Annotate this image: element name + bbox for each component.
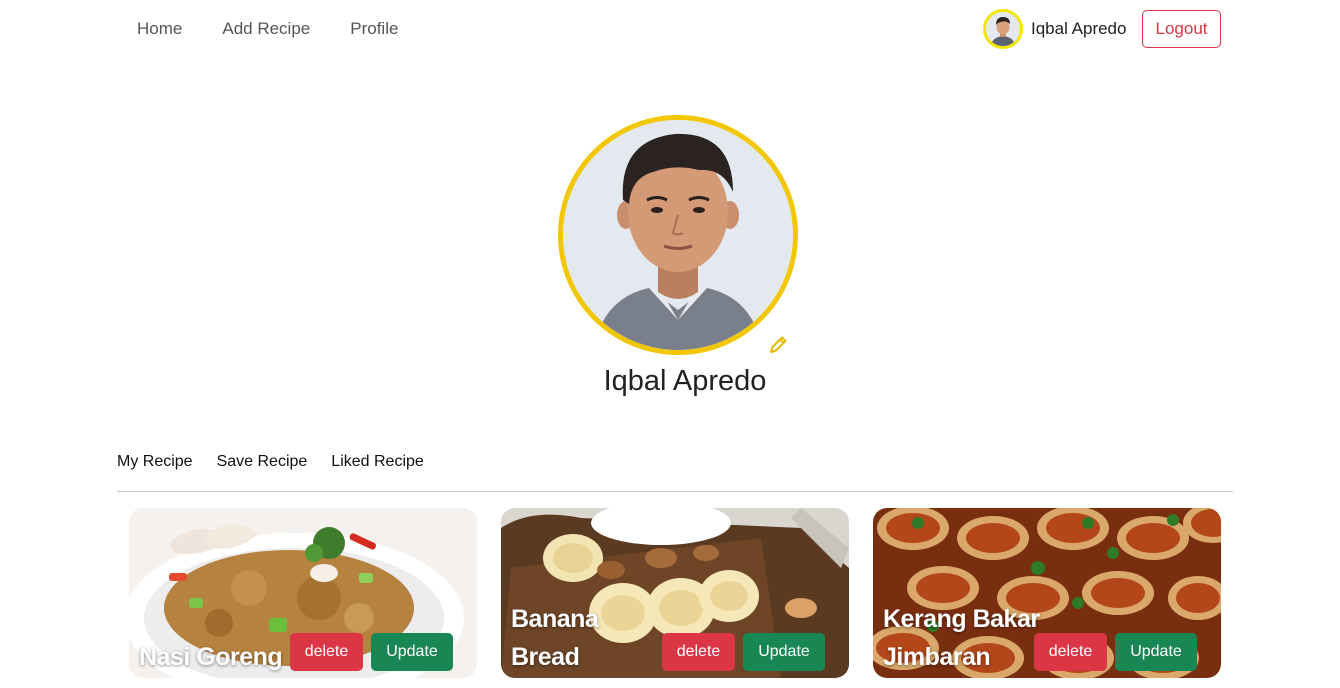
tab-liked-recipe[interactable]: Liked Recipe xyxy=(331,453,424,471)
update-button[interactable]: Update xyxy=(371,633,453,671)
nav-add-recipe-link[interactable]: Add Recipe xyxy=(222,19,310,39)
nav-home-link[interactable]: Home xyxy=(137,19,182,39)
tab-save-recipe[interactable]: Save Recipe xyxy=(217,453,308,471)
tabs-divider xyxy=(117,491,1233,492)
delete-button[interactable]: delete xyxy=(1034,633,1107,671)
pencil-icon[interactable] xyxy=(766,333,790,357)
tab-my-recipe[interactable]: My Recipe xyxy=(117,453,193,471)
navbar: Home Add Recipe Profile Iqbal Apredo Log… xyxy=(0,0,1340,58)
profile-avatar xyxy=(558,115,798,355)
recipe-card[interactable]: Banana Bread delete Update xyxy=(501,508,849,678)
delete-button[interactable]: delete xyxy=(662,633,735,671)
nav-links: Home Add Recipe Profile xyxy=(137,19,398,39)
recipe-title: Banana Bread xyxy=(511,605,599,671)
recipe-card[interactable]: Nasi Goreng delete Update xyxy=(129,508,477,678)
recipe-title: Kerang Bakar Jimbaran xyxy=(883,605,1040,671)
recipe-card[interactable]: Kerang Bakar Jimbaran delete Update xyxy=(873,508,1221,678)
recipe-title: Nasi Goreng xyxy=(139,643,283,671)
delete-button[interactable]: delete xyxy=(290,633,363,671)
update-button[interactable]: Update xyxy=(743,633,825,671)
update-button[interactable]: Update xyxy=(1115,633,1197,671)
nav-user[interactable]: Iqbal Apredo xyxy=(983,9,1126,49)
user-avatar[interactable] xyxy=(983,9,1023,49)
recipe-tabs: My Recipe Save Recipe Liked Recipe xyxy=(117,453,424,471)
nav-profile-link[interactable]: Profile xyxy=(350,19,398,39)
nav-username: Iqbal Apredo xyxy=(1031,19,1127,38)
logout-button[interactable]: Logout xyxy=(1142,10,1221,48)
profile-name: Iqbal Apredo xyxy=(603,365,767,397)
